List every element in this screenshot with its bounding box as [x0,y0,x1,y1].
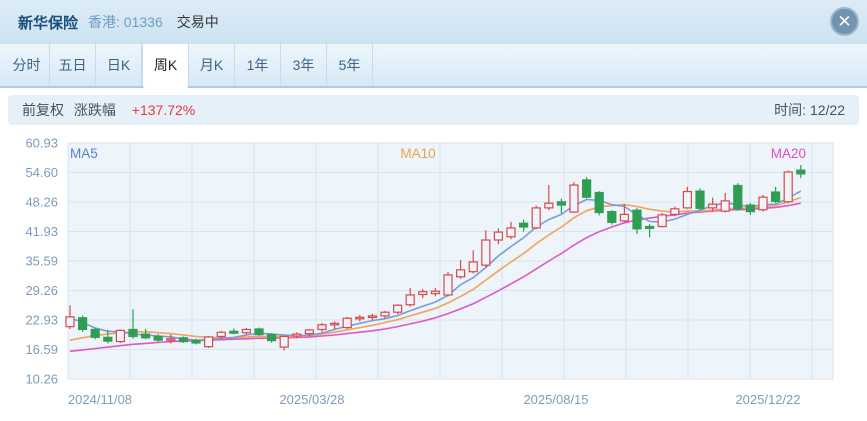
candle [268,333,276,342]
tab-1year[interactable]: 1年 [235,44,281,86]
candle [570,182,578,213]
tab-bar: 分时五日日K周K月K1年3年5年 [0,44,867,88]
tab-3year[interactable]: 3年 [281,44,327,86]
info-bar: 前复权 涨跌幅 +137.72% 时间: 12/22 [8,95,859,125]
stock-title: 新华保险 [18,12,78,33]
market-code: 香港: 01336 [88,12,163,32]
candle [179,336,187,343]
candle [583,177,591,198]
legend-ma5: MA5 [70,146,98,161]
legend-ma10: MA10 [400,146,435,161]
candle [116,329,124,343]
candle [658,213,666,227]
candle [444,272,452,296]
candle [734,183,742,210]
tab-weekly[interactable]: 周K [142,44,189,88]
candle [91,328,99,339]
candle [532,206,540,230]
info-left: 前复权 涨跌幅 +137.72% [22,100,195,120]
candle [608,210,616,224]
x-tick-label: 2025/08/15 [523,392,588,407]
candle [205,336,213,348]
y-tick-label: 16.59 [25,342,58,357]
header: 新华保险 香港: 01336 交易中 ✕ [0,0,867,44]
y-tick-label: 10.26 [25,372,58,387]
y-tick-label: 54.60 [25,165,58,180]
y-tick-label: 41.93 [25,224,58,239]
change-label: 涨跌幅 [74,102,116,118]
x-tick-label: 2025/12/22 [735,392,800,407]
candle [595,191,603,215]
candle [696,188,704,210]
trading-status: 交易中 [177,12,219,32]
x-tick-label: 2024/11/08 [68,392,132,407]
chart-area[interactable]: 60.93 54.60 48.26 41.93 35.59 29.26 22.93 16.59… [0,124,867,416]
candle [394,304,402,314]
tab-monthly[interactable]: 月K [189,44,235,86]
candle [343,317,351,329]
y-axis-labels: 60.93 54.60 48.26 41.93 35.59 29.26 22.93 16.59… [25,136,58,387]
adjust-mode-label: 前复权 [22,102,64,118]
close-button[interactable]: ✕ [830,7,859,36]
tab-minute[interactable]: 分时 [4,44,50,86]
tab-daily[interactable]: 日K [96,44,142,86]
candle [784,171,792,204]
tab-5day[interactable]: 五日 [50,44,96,86]
x-axis-labels: 2024/11/08 2025/03/28 2025/08/15 2025/12/22 [68,392,801,407]
tab-5year[interactable]: 5年 [327,44,373,86]
candle [79,315,87,331]
legend-ma20: MA20 [771,146,806,161]
x-tick-label: 2025/03/28 [279,392,344,407]
candle [255,328,263,336]
y-tick-label: 48.26 [25,195,58,210]
y-tick-label: 29.26 [25,283,58,298]
y-tick-label: 35.59 [25,254,58,269]
kline-chart[interactable]: 60.93 54.60 48.26 41.93 35.59 29.26 22.93 16.59… [0,124,867,416]
close-icon: ✕ [837,13,851,30]
change-value: +137.72% [132,102,195,118]
time-label: 时间: 12/22 [774,100,845,120]
candle [759,195,767,212]
y-tick-label: 60.93 [25,136,58,151]
y-tick-label: 22.93 [25,312,58,327]
